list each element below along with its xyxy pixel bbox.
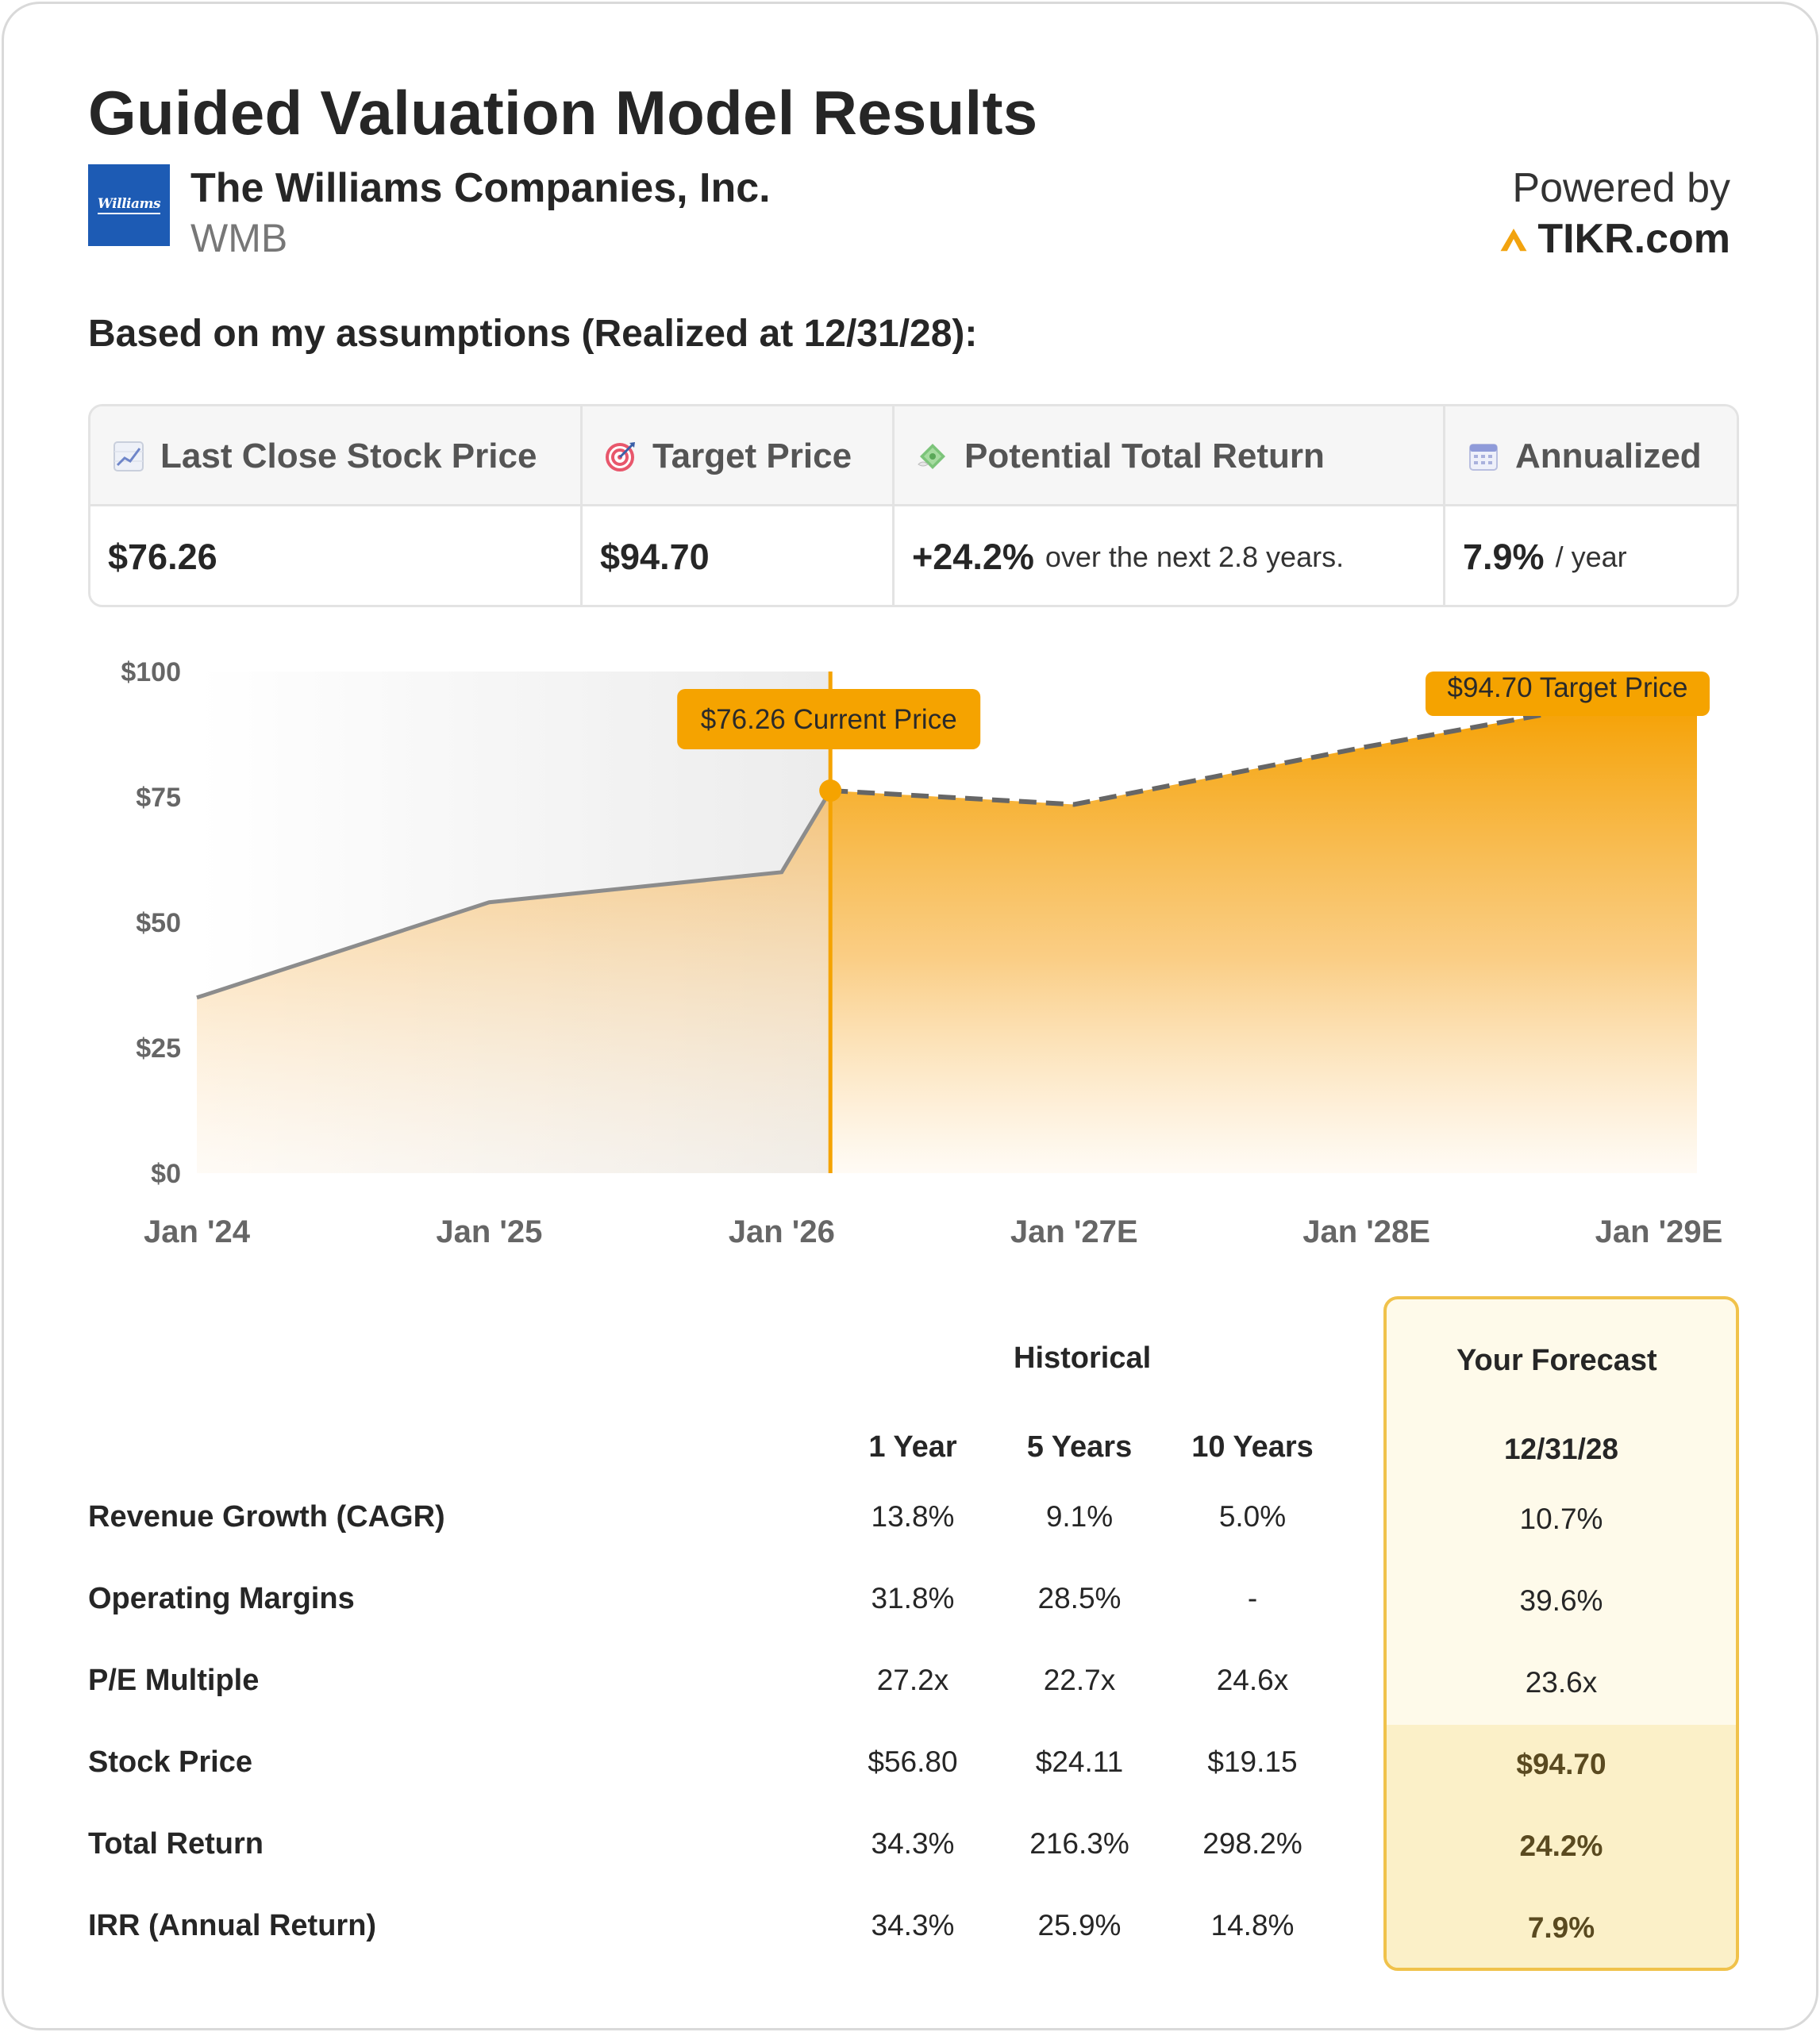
brand-link[interactable]: TIKR.com: [1498, 215, 1730, 263]
row-value-1-year: $56.80: [868, 1745, 958, 1778]
row-value-1-year: 34.3%: [871, 1827, 955, 1860]
row-value-forecast: 39.6%: [1519, 1584, 1603, 1617]
col-header-forecast-date: 12/31/28: [1503, 1433, 1619, 1465]
row-value-forecast: 7.9%: [1527, 1911, 1595, 1944]
row-label: P/E Multiple: [88, 1664, 260, 1697]
brand-name: TIKR.com: [1537, 216, 1730, 262]
row-value-1-year: 31.8%: [871, 1582, 955, 1614]
forecast-column-highlight: [1383, 1296, 1739, 1971]
col-header-5-years: 5 Years: [1026, 1430, 1133, 1464]
assumptions-heading: Based on my assumptions (Realized at 12/…: [88, 313, 978, 355]
powered-by-label: Powered by: [1512, 165, 1730, 211]
row-label: Revenue Growth (CAGR): [88, 1500, 445, 1534]
x-tick-label: Jan '25: [436, 1214, 542, 1249]
row-value-5-years: 216.3%: [1029, 1827, 1129, 1860]
company-name: The Williams Companies, Inc.: [190, 165, 771, 211]
row-value-forecast: 24.2%: [1519, 1830, 1603, 1862]
row-value-forecast: $94.70: [1516, 1748, 1606, 1780]
x-tick-label: Jan '24: [144, 1214, 251, 1249]
summary-col-target-price: Target Price $94.70: [583, 406, 895, 605]
last-close-price-value: $76.26: [108, 536, 217, 577]
row-label: Total Return: [88, 1827, 264, 1861]
row-value-5-years: 28.5%: [1037, 1582, 1122, 1614]
col-header-1-year: 1 Year: [868, 1430, 957, 1464]
row-value-10-years: 24.6x: [1216, 1664, 1289, 1696]
company-logo: Williams: [88, 164, 170, 246]
ticker-symbol: WMB: [190, 216, 288, 260]
x-tick-label: Jan '29E: [1595, 1214, 1723, 1249]
money-with-wings-icon: [918, 444, 945, 469]
current-price-point: [819, 779, 842, 802]
row-value-1-year: 13.8%: [871, 1500, 955, 1533]
row-value-1-year: 27.2x: [876, 1664, 949, 1696]
col-header-10-years: 10 Years: [1191, 1430, 1314, 1464]
row-value-10-years: 14.8%: [1210, 1909, 1295, 1942]
row-value-5-years: 25.9%: [1037, 1909, 1122, 1942]
total-return-value: +24.2%: [912, 536, 1034, 577]
y-tick-label: $50: [136, 908, 181, 938]
row-value-10-years: 298.2%: [1202, 1827, 1302, 1860]
target-price-value: $94.70: [600, 536, 710, 577]
row-value-5-years: 9.1%: [1045, 1500, 1114, 1533]
row-value-10-years: 5.0%: [1218, 1500, 1287, 1533]
x-tick-label: Jan '27E: [1010, 1214, 1138, 1249]
calendar-icon: [1469, 444, 1498, 471]
summary-label-last-close: Last Close Stock Price: [160, 437, 537, 475]
summary-table: Last Close Stock Price $76.26 Target Pri…: [88, 404, 1739, 607]
company-logo-text: Williams: [97, 196, 161, 214]
row-label: Operating Margins: [88, 1582, 355, 1615]
historical-header: Historical: [1014, 1341, 1152, 1375]
annualized-value: 7.9%: [1463, 536, 1545, 577]
row-value-forecast: 10.7%: [1519, 1503, 1603, 1535]
row-value-5-years: $24.11: [1035, 1745, 1124, 1778]
forecast-header: Your Forecast: [1456, 1344, 1657, 1377]
y-tick-label: $0: [151, 1159, 181, 1189]
summary-col-annualized: Annualized 7.9% / year: [1445, 406, 1737, 605]
row-value-10-years: -: [1247, 1582, 1258, 1614]
y-tick-label: $100: [121, 657, 181, 687]
y-tick-label: $75: [136, 783, 181, 813]
x-tick-label: Jan '26: [729, 1214, 835, 1249]
summary-col-total-return: Potential Total Return +24.2% over the n…: [895, 406, 1445, 605]
tikr-logo-icon: [1500, 229, 1527, 252]
page-title: Guided Valuation Model Results: [88, 78, 1038, 148]
row-value-forecast: 23.6x: [1525, 1666, 1598, 1699]
annualized-unit: / year: [1555, 540, 1627, 573]
chart-increasing-icon: [114, 441, 144, 471]
row-label: IRR (Annual Return): [88, 1909, 377, 1942]
row-value-10-years: $19.15: [1207, 1745, 1298, 1778]
row-label: Stock Price: [88, 1745, 252, 1779]
x-tick-label: Jan '28E: [1302, 1214, 1430, 1249]
target-price-callout-text: $94.70 Target Price: [1448, 672, 1688, 703]
summary-col-last-close: Last Close Stock Price $76.26: [90, 406, 583, 605]
y-tick-label: $25: [136, 1033, 181, 1064]
row-value-1-year: 34.3%: [871, 1909, 955, 1942]
target-icon: [606, 442, 635, 471]
summary-label-total-return: Potential Total Return: [964, 437, 1325, 475]
current-price-callout-text: $76.26 Current Price: [701, 704, 957, 735]
row-value-5-years: 22.7x: [1043, 1664, 1116, 1696]
summary-label-target-price: Target Price: [652, 437, 852, 475]
summary-label-annualized: Annualized: [1515, 437, 1702, 475]
total-return-period: over the next 2.8 years.: [1045, 540, 1345, 573]
